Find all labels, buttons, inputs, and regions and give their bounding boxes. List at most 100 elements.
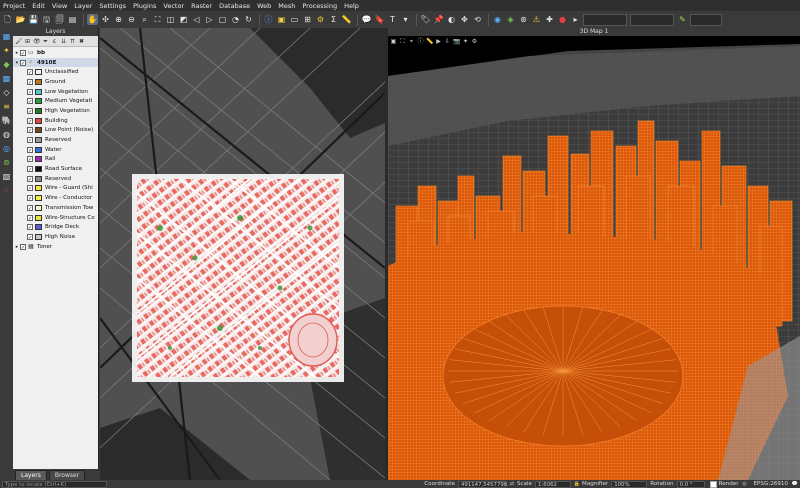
- identify-3d-icon[interactable]: ⓘ: [417, 38, 424, 45]
- zoom-rubberband-icon[interactable]: ⌕: [139, 14, 150, 25]
- menu-edit[interactable]: Edit: [32, 2, 45, 10]
- layer-visibility-checkbox[interactable]: ✓: [27, 156, 33, 163]
- record-icon[interactable]: ●: [557, 14, 568, 25]
- pan-hand-icon[interactable]: ✋: [87, 14, 98, 25]
- save-project-icon[interactable]: 💾: [28, 14, 39, 25]
- zoom-next-icon[interactable]: ▷: [204, 14, 215, 25]
- 3d-options-icon[interactable]: ⚙: [471, 38, 478, 45]
- menu-plugins[interactable]: Plugins: [133, 2, 156, 10]
- layer-visibility-checkbox[interactable]: ✓: [27, 98, 33, 105]
- coordinate-field[interactable]: 491147,5457796: [457, 480, 507, 488]
- new-map-view-icon[interactable]: ▢: [217, 14, 228, 25]
- menu-project[interactable]: Project: [3, 2, 25, 10]
- menu-settings[interactable]: Settings: [99, 2, 126, 10]
- layer-visibility-checkbox[interactable]: ✓: [27, 146, 33, 154]
- layer-tree-row[interactable]: ✓ Reserved: [13, 174, 98, 184]
- scale-combo[interactable]: 1:6062: [535, 480, 572, 488]
- add-spatialite-icon[interactable]: ◍: [1, 129, 12, 140]
- layer-visibility-checkbox[interactable]: ✓: [27, 78, 33, 86]
- warning-triangle-icon[interactable]: ⚠: [531, 14, 542, 25]
- camera-control-icon[interactable]: ▣: [390, 38, 397, 45]
- layer-visibility-checkbox[interactable]: ✓: [27, 166, 33, 173]
- layer-tree-row[interactable]: ✓ Low Point (Noise): [13, 126, 98, 136]
- layer-visibility-checkbox[interactable]: ✓: [27, 233, 33, 241]
- layer-tree-row[interactable]: ✓ Reserved: [13, 135, 98, 145]
- collapse-all-icon[interactable]: ⇈: [69, 38, 76, 45]
- layer-tree-row[interactable]: ✓ Ground: [13, 77, 98, 87]
- show-hide-label-icon[interactable]: ◐: [446, 14, 457, 25]
- 3d-map-canvas[interactable]: [388, 36, 800, 480]
- menu-mesh[interactable]: Mesh: [278, 2, 295, 10]
- menu-database[interactable]: Database: [219, 2, 250, 10]
- menu-view[interactable]: View: [52, 2, 67, 10]
- layer-visibility-checkbox[interactable]: ✓: [27, 214, 33, 222]
- layer-tree-row[interactable]: ▸ ✓ ▦ Toner: [13, 242, 98, 252]
- temporal-controller-icon[interactable]: ◔: [230, 14, 241, 25]
- layout-manager-icon[interactable]: ▤: [67, 14, 78, 25]
- toggle-camera-icon[interactable]: ⌖: [408, 38, 415, 45]
- python-console-icon[interactable]: ◉: [492, 14, 503, 25]
- zoom-layer-icon[interactable]: ◩: [178, 14, 189, 25]
- menu-help[interactable]: Help: [344, 2, 359, 10]
- filter-legend-icon[interactable]: ⏷: [42, 38, 49, 45]
- coordinate-toggle-icon[interactable]: ⇄: [509, 481, 515, 487]
- refresh-icon[interactable]: ↻: [243, 14, 254, 25]
- data-source-manager-icon[interactable]: ▦: [1, 31, 12, 42]
- layer-visibility-checkbox[interactable]: ✓: [27, 117, 33, 125]
- layer-tree-row[interactable]: ✓ Wire - Guard (Shi: [13, 184, 98, 194]
- scale-lock-icon[interactable]: 🔒: [574, 481, 580, 487]
- bookmark-icon[interactable]: 🔖: [374, 14, 385, 25]
- digitize-icon[interactable]: ✎: [677, 14, 688, 25]
- plugin-icon-a[interactable]: ◈: [505, 14, 516, 25]
- expand-all-icon[interactable]: ⇊: [60, 38, 67, 45]
- select-features-icon[interactable]: ▣: [276, 14, 287, 25]
- layer-tree-row[interactable]: ✓ Wire-Structure Co: [13, 213, 98, 223]
- render-checkbox[interactable]: [709, 480, 717, 488]
- statistics-sigma-icon[interactable]: Σ: [328, 14, 339, 25]
- zoom-last-icon[interactable]: ◁: [191, 14, 202, 25]
- settings-gear-icon[interactable]: ⚙: [315, 14, 326, 25]
- layer-tree-row[interactable]: ▾ ✓ ⁘ 4910E: [13, 57, 98, 68]
- tab-browser[interactable]: Browser: [48, 470, 86, 480]
- add-group-icon[interactable]: ⊞: [24, 38, 31, 45]
- menu-processing[interactable]: Processing: [302, 2, 337, 10]
- layer-visibility-checkbox[interactable]: ✓: [27, 185, 33, 192]
- layer-tree-row[interactable]: ✓ Rail: [13, 155, 98, 165]
- layer-visibility-checkbox[interactable]: ✓: [27, 195, 33, 202]
- rotation-spinbox[interactable]: 0.0 °: [676, 480, 705, 488]
- layer-visibility-checkbox[interactable]: ✓: [20, 243, 26, 251]
- remove-layer-icon[interactable]: ✖: [78, 38, 85, 45]
- digitizing-combo-a[interactable]: [583, 13, 627, 26]
- layer-visibility-checkbox[interactable]: ✓: [27, 175, 33, 183]
- add-mesh-icon[interactable]: ◇: [1, 87, 12, 98]
- layer-tree-row[interactable]: ✓ Water: [13, 145, 98, 155]
- label-toolbar-icon[interactable]: 🏷: [420, 14, 431, 25]
- layer-tree-row[interactable]: ✓ Road Surface: [13, 164, 98, 174]
- zoom-full-icon[interactable]: ⛶: [152, 14, 163, 25]
- measure-icon[interactable]: 📏: [341, 14, 352, 25]
- measure-3d-icon[interactable]: 📏: [426, 38, 433, 45]
- deselect-icon[interactable]: ▭: [289, 14, 300, 25]
- new-geopackage-icon[interactable]: ✦: [1, 45, 12, 56]
- save-as-icon[interactable]: 🖫: [41, 14, 52, 25]
- zoom-selection-icon[interactable]: ◫: [165, 14, 176, 25]
- messages-icon[interactable]: 💬: [792, 481, 798, 487]
- layer-visibility-checkbox[interactable]: ✓: [27, 107, 33, 115]
- layer-visibility-checkbox[interactable]: ✓: [20, 59, 26, 67]
- digitizing-combo-c[interactable]: [690, 13, 722, 26]
- export-3d-icon[interactable]: ⇩: [444, 38, 451, 45]
- layer-tree-row[interactable]: ✓ Medium Vegetati: [13, 96, 98, 106]
- add-raster-icon[interactable]: ▩: [1, 73, 12, 84]
- zoom-out-icon[interactable]: ⊖: [126, 14, 137, 25]
- filter-expression-icon[interactable]: ε: [51, 38, 58, 45]
- crs-icon[interactable]: ◎: [742, 481, 748, 487]
- menu-web[interactable]: Web: [257, 2, 271, 10]
- pin-label-icon[interactable]: 📌: [433, 14, 444, 25]
- crs-label[interactable]: EPSG:26910: [754, 481, 788, 487]
- layer-tree-row[interactable]: ✓ Low Vegetation: [13, 87, 98, 97]
- map-tips-icon[interactable]: 💬: [361, 14, 372, 25]
- plugin-icon-d[interactable]: ▸: [570, 14, 581, 25]
- zoom-in-icon[interactable]: ⊕: [113, 14, 124, 25]
- plugin-icon-c[interactable]: ✚: [544, 14, 555, 25]
- animation-icon[interactable]: ▶: [435, 38, 442, 45]
